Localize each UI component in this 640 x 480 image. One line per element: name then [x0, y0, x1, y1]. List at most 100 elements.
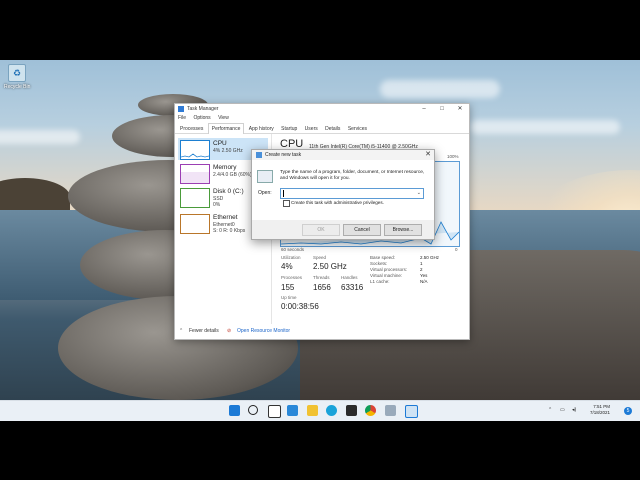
notification-badge[interactable]: 5 — [624, 407, 632, 415]
volume-icon[interactable]: ◂) — [572, 407, 576, 413]
utilization-label: Utilization — [281, 255, 301, 260]
utilization-value: 4% — [281, 262, 293, 271]
run-program-icon — [257, 170, 273, 183]
text-caret — [283, 190, 284, 197]
threads-value: 1656 — [313, 283, 331, 292]
create-new-task-dialog: Create new task ✕ Type the name of a pro… — [251, 149, 435, 240]
open-combobox[interactable]: ⌄ — [280, 188, 424, 199]
open-label: Open: — [258, 190, 272, 196]
tab-users[interactable]: Users — [302, 124, 321, 134]
memory-thumbnail — [180, 164, 210, 184]
dialog-body: Type the name of a program, folder, docu… — [252, 160, 434, 239]
sockets-value: 1 — [420, 261, 423, 266]
disk-thumbnail — [180, 188, 210, 208]
dialog-description: Type the name of a program, folder, docu… — [280, 170, 425, 181]
threads-label: Threads — [313, 275, 330, 280]
task-view-icon[interactable] — [268, 405, 281, 418]
menu-bar: File Options View — [175, 114, 469, 123]
l1-cache-label: L1 cache: — [370, 279, 390, 284]
close-button[interactable]: ✕ — [451, 104, 469, 114]
cloud — [0, 130, 80, 144]
cpu-thumbnail — [180, 140, 210, 160]
chevron-down-icon[interactable]: ⌄ — [417, 189, 421, 198]
store-icon[interactable] — [346, 405, 357, 416]
cloud — [470, 120, 620, 134]
app-icon[interactable] — [385, 405, 396, 416]
resource-detail: 4% 2.50 GHz — [213, 148, 243, 154]
resource-name: CPU — [213, 140, 227, 147]
resource-name: Memory — [213, 164, 237, 171]
resource-monitor-icon: ⊘ — [227, 328, 232, 334]
task-manager-taskbar-icon[interactable] — [405, 405, 418, 418]
uptime-label: Up time — [281, 295, 297, 300]
search-icon[interactable] — [248, 405, 258, 415]
clock[interactable]: 7:51 PM 7/18/2021 — [590, 404, 610, 416]
speed-label: Speed — [313, 255, 327, 260]
dialog-close-button[interactable]: ✕ — [425, 150, 431, 160]
menu-view[interactable]: View — [218, 115, 229, 121]
dialog-title: Create new task — [265, 152, 302, 158]
uptime-value: 0:00:38:56 — [281, 302, 319, 311]
cloud — [380, 80, 500, 98]
ok-button[interactable]: OK — [302, 224, 340, 236]
clock-date: 7/18/2021 — [590, 410, 611, 415]
sockets-label: Sockets: — [370, 261, 388, 266]
menu-file[interactable]: File — [178, 115, 186, 121]
admin-privileges-checkbox[interactable] — [283, 200, 290, 207]
network-icon[interactable]: ▭ — [560, 407, 565, 413]
tab-startup[interactable]: Startup — [278, 124, 300, 134]
processes-label: Processes — [281, 275, 303, 280]
resource-name: Disk 0 (C:) — [213, 188, 244, 195]
l1-cache-value: N/A — [420, 279, 428, 284]
recycle-bin[interactable]: ♻ Recycle Bin — [4, 64, 30, 90]
resource-detail: S: 0 R: 0 Kbps — [213, 228, 246, 234]
minimize-button[interactable]: – — [415, 104, 433, 114]
run-icon — [256, 152, 262, 158]
recycle-bin-icon: ♻ — [8, 64, 26, 82]
virtual-machine-label: Virtual machine: — [370, 273, 403, 278]
cancel-button[interactable]: Cancel — [343, 224, 381, 236]
graph-time-label: 60 seconds — [281, 247, 305, 252]
tab-app-history[interactable]: App history — [246, 124, 277, 134]
resource-name: Ethernet — [213, 214, 238, 221]
start-icon[interactable] — [229, 405, 240, 416]
processes-value: 155 — [281, 283, 295, 292]
recycle-bin-label: Recycle Bin — [4, 84, 31, 90]
handles-label: Handles — [341, 275, 358, 280]
chevron-up-icon[interactable]: ⌃ — [179, 328, 183, 334]
tab-performance[interactable]: Performance — [207, 123, 245, 134]
dialog-titlebar[interactable]: Create new task ✕ — [252, 150, 434, 160]
menu-options[interactable]: Options — [193, 115, 210, 121]
task-manager-footer: ⌃ Fewer details ⊘ Open Resource Monitor — [175, 325, 469, 337]
admin-privileges-label[interactable]: Create this task with administrative pri… — [291, 200, 384, 205]
virtual-processors-value: 2 — [420, 267, 423, 272]
resource-detail: 0% — [213, 202, 221, 208]
window-title: Task Manager — [187, 106, 219, 112]
ethernet-thumbnail — [180, 214, 210, 234]
tab-bar: Processes Performance App history Startu… — [175, 123, 469, 134]
open-resource-monitor-link[interactable]: Open Resource Monitor — [237, 328, 290, 334]
task-manager-icon — [178, 106, 184, 112]
dialog-button-bar: OK Cancel Browse... — [252, 220, 434, 239]
tab-services[interactable]: Services — [345, 124, 370, 134]
widgets-icon[interactable] — [287, 405, 298, 416]
taskbar: ⌃ ▭ ◂) 7:51 PM 7/18/2021 5 — [0, 400, 640, 421]
base-speed-label: Base speed: — [370, 255, 396, 260]
virtual-machine-value: Yes — [420, 273, 428, 278]
chevron-up-icon[interactable]: ⌃ — [548, 407, 552, 413]
edge-icon[interactable] — [326, 405, 337, 416]
tab-details[interactable]: Details — [322, 124, 343, 134]
graph-max-label: 100% — [447, 154, 459, 159]
task-manager-titlebar[interactable]: Task Manager – □ ✕ — [175, 104, 469, 114]
browse-button[interactable]: Browse... — [384, 224, 422, 236]
file-explorer-icon[interactable] — [307, 405, 318, 416]
tab-processes[interactable]: Processes — [177, 124, 206, 134]
virtual-processors-label: Virtual processors: — [370, 267, 408, 272]
resource-detail: 2.4/4.0 GB (60%) — [213, 172, 252, 178]
speed-value: 2.50 GHz — [313, 262, 347, 271]
chrome-icon[interactable] — [365, 405, 376, 416]
base-speed-value: 2.50 GHz — [420, 255, 440, 260]
fewer-details-button[interactable]: Fewer details — [189, 328, 219, 334]
maximize-button[interactable]: □ — [433, 104, 451, 114]
handles-value: 63316 — [341, 283, 364, 292]
